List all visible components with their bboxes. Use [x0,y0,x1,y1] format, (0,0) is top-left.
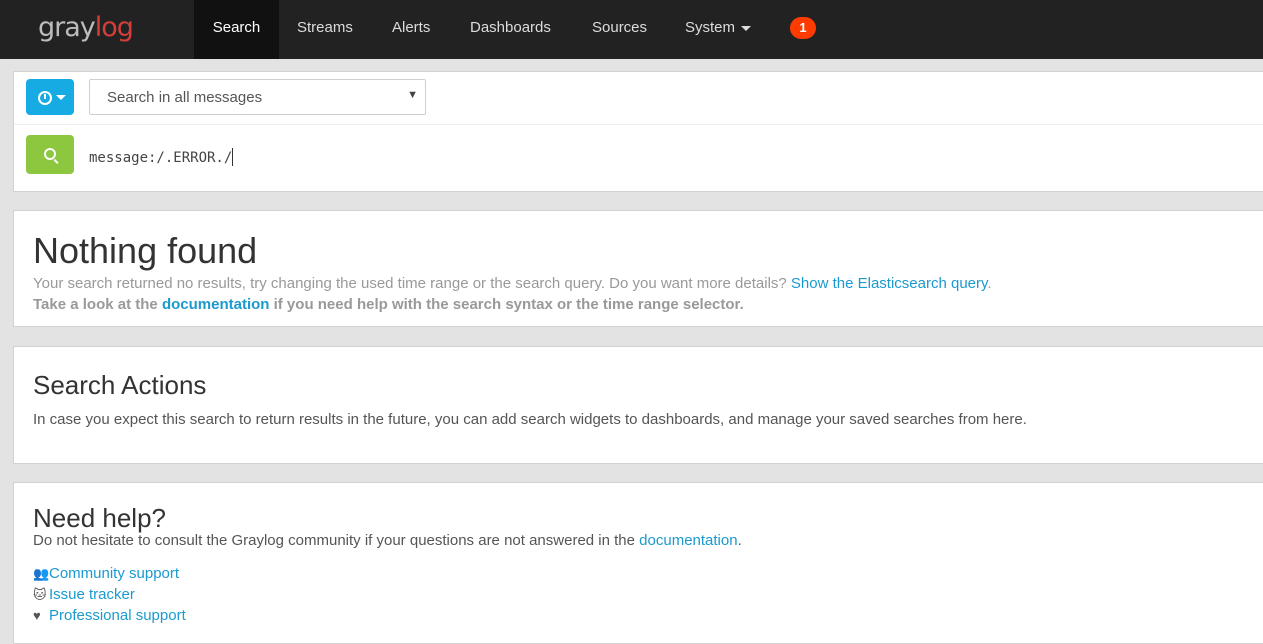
logo-gray-text: gray [38,12,96,43]
community-support-item[interactable]: 👥Community support [33,565,179,582]
need-help-panel: Need help? Do not hesitate to consult th… [13,482,1263,644]
nothing-found-message: Your search returned no results, try cha… [33,275,992,292]
nothing-found-text: Your search returned no results, try cha… [33,275,791,292]
nav-search[interactable]: Search [194,0,279,59]
documentation-link[interactable]: documentation [162,296,270,313]
search-query-input[interactable]: message:/.ERROR./ [89,148,234,166]
heart-icon: ♥ [33,608,41,623]
search-bar-panel: Search in all messages ▼ message:/.ERROR… [13,71,1263,192]
nothing-found-title: Nothing found [33,230,258,271]
stream-select-value: Search in all messages [107,89,263,106]
graylog-logo[interactable]: graylog [38,12,148,48]
documentation-hint-end: if you need help with the search syntax … [269,296,744,313]
divider [14,124,1263,125]
nothing-found-period: . [987,275,992,292]
logo-log-text: log [94,12,134,43]
search-actions-panel: Search Actions In case you expect this s… [13,346,1263,464]
search-query-text: message:/.ERROR./ [89,150,233,166]
search-icon [44,148,56,160]
clock-icon [38,91,52,105]
professional-support-link[interactable]: Professional support [49,607,186,624]
stream-select[interactable]: Search in all messages ▼ [89,79,426,115]
search-button[interactable] [26,135,74,174]
nav-system-label: System [685,19,736,36]
professional-support-item[interactable]: ♥ Professional support [33,607,186,624]
issue-tracker-item[interactable]: 🐱 Issue tracker [33,586,135,603]
nav-sources[interactable]: Sources [592,0,647,59]
show-elasticsearch-query-link[interactable]: Show the Elasticsearch query [791,275,988,292]
search-actions-title: Search Actions [33,370,207,400]
time-range-button[interactable] [26,79,74,115]
search-actions-description: In case you expect this search to return… [33,411,1027,428]
nav-system[interactable]: System [685,0,752,59]
text-cursor [232,148,234,166]
nav-dashboards[interactable]: Dashboards [470,0,551,59]
nav-streams[interactable]: Streams [297,0,353,59]
documentation-hint-start: Take a look at the [33,296,162,313]
chevron-down-icon [741,25,752,31]
help-documentation-link[interactable]: documentation [639,532,737,549]
notification-badge[interactable]: 1 [790,17,816,39]
nav-alerts[interactable]: Alerts [392,0,430,59]
need-help-text-start: Do not hesitate to consult the Graylog c… [33,532,640,549]
dropdown-arrow-icon: ▼ [407,89,418,101]
need-help-title: Need help? [33,503,166,533]
top-navbar: graylog Search Streams Alerts Dashboards… [0,0,1263,59]
need-help-text-end: . [737,532,742,549]
users-icon: 👥 [33,566,50,581]
issue-tracker-link[interactable]: Issue tracker [49,586,135,603]
github-icon: 🐱 [33,587,47,602]
chevron-down-icon [56,95,66,100]
community-support-link[interactable]: Community support [49,565,179,582]
need-help-text: Do not hesitate to consult the Graylog c… [33,532,742,549]
documentation-hint: Take a look at the documentation if you … [33,296,744,313]
nothing-found-panel: Nothing found Your search returned no re… [13,210,1263,327]
